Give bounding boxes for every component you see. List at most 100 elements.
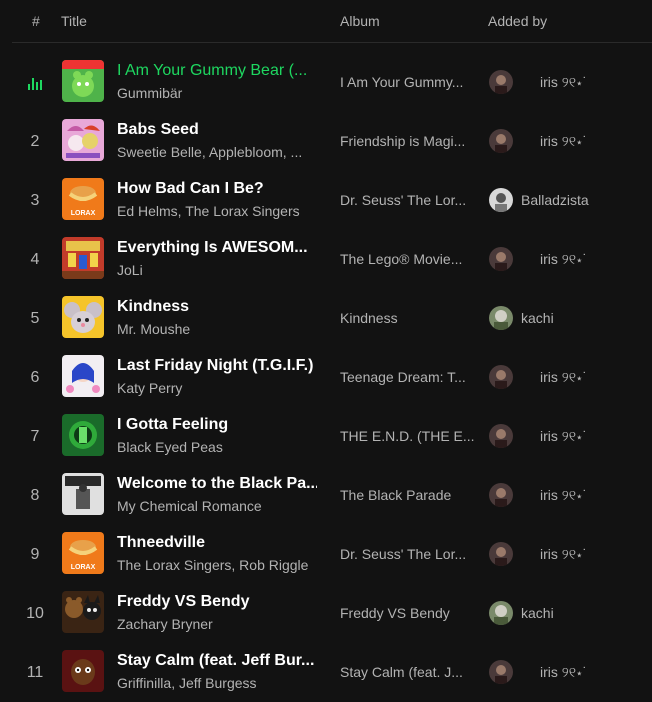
track-number: 7 [30,427,40,445]
track-row[interactable]: 2 Babs Seed Sweetie Belle, Applebloom, .… [0,112,652,171]
track-row[interactable]: 5 Kindness Mr. Moushe Kindness kachi [0,289,652,348]
track-title[interactable]: Babs Seed [117,121,317,139]
added-by-user[interactable]: Balladzista [521,192,651,208]
user-avatar [489,365,513,389]
track-title[interactable]: Stay Calm (feat. Jeff Bur... [117,652,317,670]
track-number: 10 [26,604,44,622]
track-title[interactable]: I Gotta Feeling [117,416,317,434]
equalizer-icon [28,76,42,90]
user-avatar [489,247,513,271]
user-avatar [489,424,513,448]
column-header-title[interactable]: Title [61,13,87,29]
track-number-cell: 10 [20,584,50,643]
track-number: 8 [30,486,40,504]
track-artist[interactable]: JoLi [117,262,317,278]
track-number-cell [20,53,50,112]
added-by-user[interactable]: iris ୨୧⋆˙ [540,369,652,386]
track-artist[interactable]: Zachary Bryner [117,616,317,632]
track-row[interactable]: 7 I Gotta Feeling Black Eyed Peas THE E.… [0,407,652,466]
track-row[interactable]: I Am Your Gummy Bear (... Gummibär I Am … [0,53,652,112]
pony-art [62,119,104,161]
track-number: 3 [30,191,40,209]
track-album[interactable]: The Lego® Movie... [340,251,475,267]
added-by-user[interactable]: iris ୨୧⋆˙ [540,546,652,563]
track-album[interactable]: Teenage Dream: T... [340,369,475,385]
track-album[interactable]: I Am Your Gummy... [340,74,475,90]
track-artist[interactable]: The Lorax Singers, Rob Riggle [117,557,317,573]
track-album[interactable]: Kindness [340,310,475,326]
track-row[interactable]: 3 LORAX How Bad Can I Be? Ed Helms, The … [0,171,652,230]
track-number: 11 [26,663,44,681]
track-title[interactable]: Freddy VS Bendy [117,593,317,611]
user-avatar [489,542,513,566]
track-album[interactable]: Friendship is Magi... [340,133,475,149]
track-number-cell: 9 [20,525,50,584]
track-artist[interactable]: Sweetie Belle, Applebloom, ... [117,144,317,160]
user-avatar [489,660,513,684]
lorax-art: LORAX [62,532,104,574]
tracklist: I Am Your Gummy Bear (... Gummibär I Am … [0,53,652,702]
mouse-art [62,296,104,338]
track-number: 5 [30,309,40,327]
track-title[interactable]: Everything Is AWESOM... [117,239,317,257]
added-by-user[interactable]: kachi [521,605,651,621]
track-number-cell: 3 [20,171,50,230]
track-number-cell: 7 [20,407,50,466]
track-row[interactable]: 6 Last Friday Night (T.G.I.F.) Katy Perr… [0,348,652,407]
svg-text:LORAX: LORAX [71,564,96,571]
track-title[interactable]: Thneedville [117,534,317,552]
black-parade-art [62,473,104,515]
track-album[interactable]: Freddy VS Bendy [340,605,475,621]
track-artist[interactable]: My Chemical Romance [117,498,317,514]
track-artist[interactable]: Katy Perry [117,380,317,396]
added-by-user[interactable]: iris ୨୧⋆˙ [540,251,652,268]
track-row[interactable]: 4 Everything Is AWESOM... JoLi The Lego®… [0,230,652,289]
track-number: 2 [30,132,40,150]
track-artist[interactable]: Griffinilla, Jeff Burgess [117,675,317,691]
tracklist-header: # Title Album Added by [12,0,652,43]
track-title[interactable]: I Am Your Gummy Bear (... [117,62,317,80]
user-avatar [489,306,513,330]
track-artist[interactable]: Gummibär [117,85,317,101]
track-title[interactable]: Last Friday Night (T.G.I.F.) [117,357,317,375]
freddy-vs-bendy-art [62,591,104,633]
track-title[interactable]: Welcome to the Black Pa... [117,475,317,493]
added-by-user[interactable]: iris ୨୧⋆˙ [540,428,652,445]
track-row[interactable]: 9 LORAX Thneedville The Lorax Singers, R… [0,525,652,584]
added-by-user[interactable]: iris ୨୧⋆˙ [540,133,652,150]
lego-movie-art [62,237,104,279]
track-album[interactable]: Dr. Seuss' The Lor... [340,192,475,208]
user-avatar [489,70,513,94]
added-by-user[interactable]: iris ୨୧⋆˙ [540,664,652,681]
track-album[interactable]: THE E.N.D. (THE E... [340,428,475,444]
track-title[interactable]: How Bad Can I Be? [117,180,317,198]
user-avatar [489,601,513,625]
track-number: 9 [30,545,40,563]
user-avatar [489,188,513,212]
track-album[interactable]: Dr. Seuss' The Lor... [340,546,475,562]
track-number: 6 [30,368,40,386]
track-row[interactable]: 10 Freddy VS Bendy Zachary Bryner Freddy… [0,584,652,643]
user-avatar [489,483,513,507]
track-number-cell: 4 [20,230,50,289]
track-number-cell: 5 [20,289,50,348]
track-artist[interactable]: Black Eyed Peas [117,439,317,455]
track-artist[interactable]: Mr. Moushe [117,321,317,337]
track-album[interactable]: Stay Calm (feat. J... [340,664,475,680]
track-title[interactable]: Kindness [117,298,317,316]
user-avatar [489,129,513,153]
column-header-added-by[interactable]: Added by [488,13,547,29]
track-number-cell: 8 [20,466,50,525]
track-artist[interactable]: Ed Helms, The Lorax Singers [117,203,317,219]
lorax-art: LORAX [62,178,104,220]
track-row[interactable]: 11 Stay Calm (feat. Jeff Bur... Griffini… [0,643,652,702]
column-header-number[interactable]: # [32,13,40,29]
the-end-art [62,414,104,456]
column-header-album[interactable]: Album [340,13,380,29]
added-by-user[interactable]: iris ୨୧⋆˙ [540,74,652,91]
teenage-dream-art [62,355,104,397]
added-by-user[interactable]: iris ୨୧⋆˙ [540,487,652,504]
added-by-user[interactable]: kachi [521,310,651,326]
track-row[interactable]: 8 Welcome to the Black Pa... My Chemical… [0,466,652,525]
track-album[interactable]: The Black Parade [340,487,475,503]
